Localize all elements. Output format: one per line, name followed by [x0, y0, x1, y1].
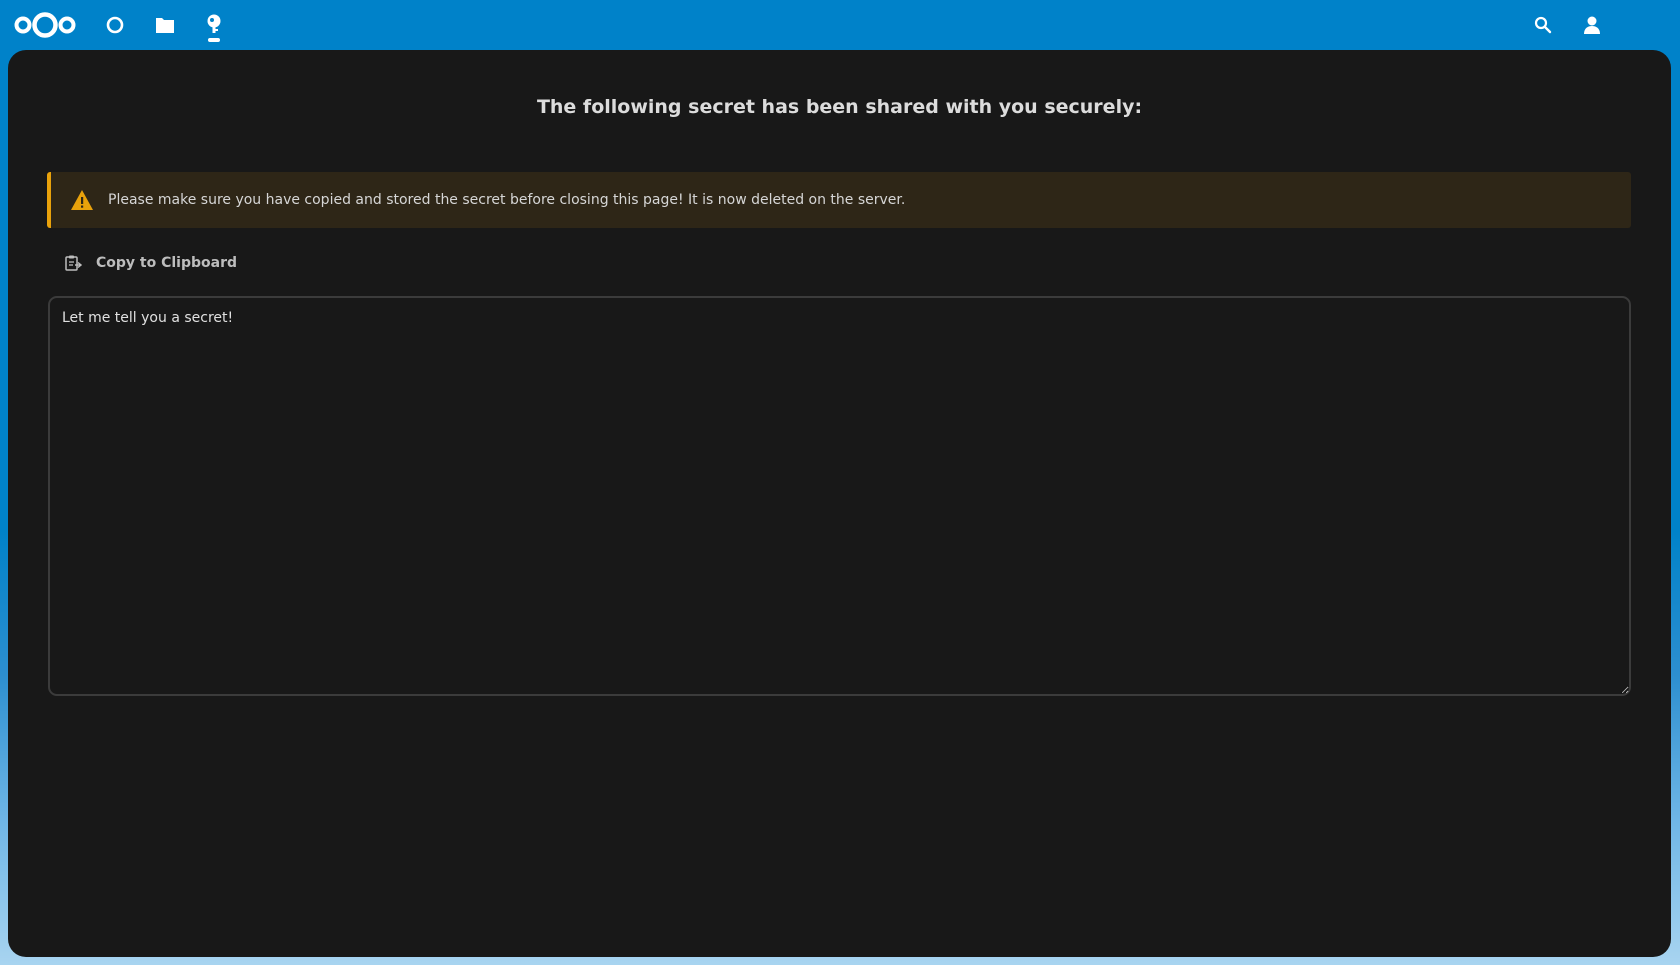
- copy-to-clipboard-button[interactable]: Copy to Clipboard: [52, 246, 247, 280]
- nextcloud-logo[interactable]: [14, 11, 76, 39]
- top-header: [0, 0, 1680, 50]
- user-menu-icon[interactable]: [1579, 12, 1605, 38]
- warning-notice: Please make sure you have copied and sto…: [47, 172, 1631, 228]
- files-icon[interactable]: [152, 12, 178, 38]
- search-icon[interactable]: [1530, 12, 1556, 38]
- main-content-card: The following secret has been shared wit…: [8, 50, 1671, 957]
- dashboard-icon[interactable]: [102, 12, 128, 38]
- warning-triangle-icon: [70, 189, 94, 211]
- page-title: The following secret has been shared wit…: [536, 96, 1143, 118]
- secret-textarea[interactable]: Let me tell you a secret!: [48, 296, 1631, 696]
- clipboard-icon: [64, 254, 83, 272]
- copy-button-label: Copy to Clipboard: [96, 255, 238, 271]
- active-nav-indicator: [208, 38, 220, 42]
- warning-text: Please make sure you have copied and sto…: [108, 192, 906, 208]
- secrets-icon[interactable]: [201, 12, 227, 38]
